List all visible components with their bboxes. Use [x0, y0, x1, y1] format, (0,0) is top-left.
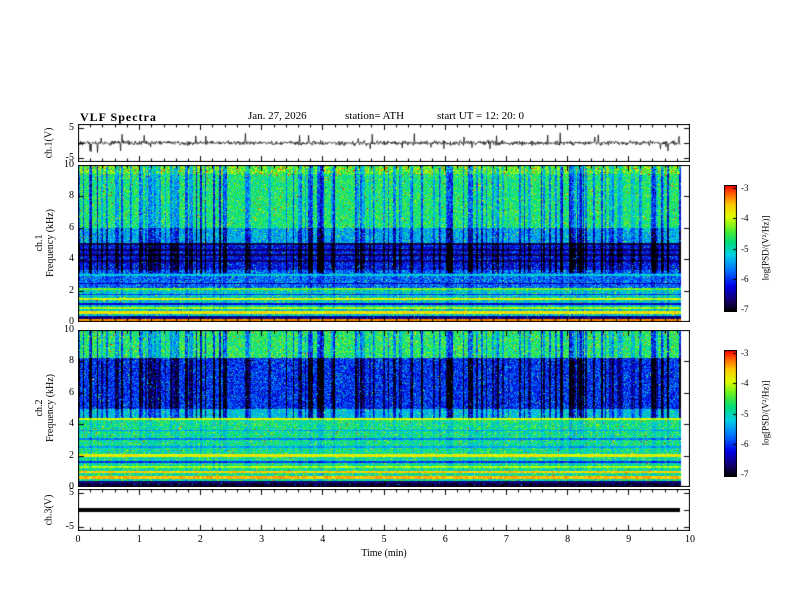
- s1-y-tick-label: 2: [69, 284, 74, 296]
- colorbar-2-tick-label: -7: [741, 469, 749, 479]
- ch1-frequency-axis-label-line1: ch.1: [34, 234, 45, 252]
- ch1-frequency-axis-label-line2: Frequency (kHz): [45, 208, 56, 278]
- x-tick-label: 8: [565, 534, 571, 545]
- s1-y-tick-label: 8: [69, 190, 74, 202]
- ch2-spectrogram-panel: [78, 330, 690, 487]
- figure-title: VLF Spectra: [80, 110, 157, 124]
- x-tick-label: 0: [75, 534, 81, 545]
- colorbar-1-tick-label: -6: [741, 273, 749, 284]
- s1-y-tick-label: 6: [69, 221, 74, 233]
- s2-y-tick-label: 10: [64, 324, 74, 335]
- x-tick-label: 2: [197, 534, 203, 545]
- s2-y-tick-label: 4: [69, 418, 74, 430]
- colorbar-2-tick-label: -6: [741, 438, 749, 449]
- colorbar-2: [724, 350, 737, 477]
- x-tick-label: 3: [259, 534, 265, 545]
- ch1-spectrogram-panel: [78, 165, 690, 322]
- x-tick-label: 1: [136, 534, 142, 545]
- x-tick-label: 10: [685, 534, 695, 545]
- colorbar-1-tick-label: -7: [741, 304, 749, 314]
- ch1-voltage-axis-label: ch.1(V): [43, 127, 55, 159]
- colorbar-1-tick-label: -5: [741, 243, 749, 254]
- vlf-spectra-figure: VLF Spectra Jan. 27, 2026 station= ATH s…: [0, 0, 792, 612]
- ch1-frequency-axis-label: ch.1 Frequency (kHz): [34, 209, 56, 277]
- p4-y-tick-label: 5: [69, 487, 74, 498]
- figure-date: Jan. 27, 2026: [248, 110, 307, 122]
- station-label: station= ATH: [345, 110, 405, 122]
- x-tick-label: 5: [381, 534, 387, 545]
- start-ut-label: start UT = 12: 20: 0: [437, 110, 524, 122]
- colorbar-1-label: log[PSD/(V²/Hz)]: [760, 215, 771, 281]
- colorbar-2-tick-label: -3: [741, 348, 749, 358]
- x-tick-label: 4: [320, 534, 326, 545]
- s1-y-tick-label: 4: [69, 253, 74, 265]
- ch2-frequency-axis-label-line2: Frequency (kHz): [45, 373, 56, 443]
- ch2-frequency-axis-label-line1: ch.2: [34, 399, 45, 417]
- ch1-waveform-panel: [78, 124, 690, 162]
- colorbar-2-tick-label: -5: [741, 408, 749, 419]
- s2-y-tick-label: 6: [69, 386, 74, 398]
- ch2-frequency-axis-label: ch.2 Frequency (kHz): [34, 374, 56, 442]
- colorbar-1-tick-label: -4: [741, 213, 749, 224]
- time-axis-label: Time (min): [361, 548, 407, 559]
- x-tick-label: 7: [503, 534, 509, 545]
- ch2-spectrogram-canvas: [78, 330, 690, 487]
- colorbar-2-label: log[PSD/(V²/Hz)]: [760, 380, 771, 446]
- x-tick-label: 6: [442, 534, 448, 545]
- ch1-waveform-canvas: [78, 124, 690, 162]
- p1-y-tick-label: 5: [69, 122, 74, 133]
- p4-y-tick-label: -5: [65, 521, 74, 532]
- s2-y-tick-label: 2: [69, 449, 74, 461]
- colorbar-2-tick-label: -4: [741, 378, 749, 389]
- ch3-waveform-panel: [78, 489, 690, 531]
- p1-y-tick-label: -5: [65, 152, 74, 163]
- ch3-waveform-canvas: [78, 489, 690, 531]
- colorbar-2-canvas: [724, 350, 737, 477]
- ch3-voltage-axis-label: ch.3(V): [43, 494, 55, 526]
- s2-y-tick-label: 8: [69, 355, 74, 367]
- colorbar-1: [724, 185, 737, 312]
- colorbar-1-canvas: [724, 185, 737, 312]
- ch1-spectrogram-canvas: [78, 165, 690, 322]
- x-tick-label: 9: [626, 534, 632, 545]
- colorbar-1-tick-label: -3: [741, 183, 749, 193]
